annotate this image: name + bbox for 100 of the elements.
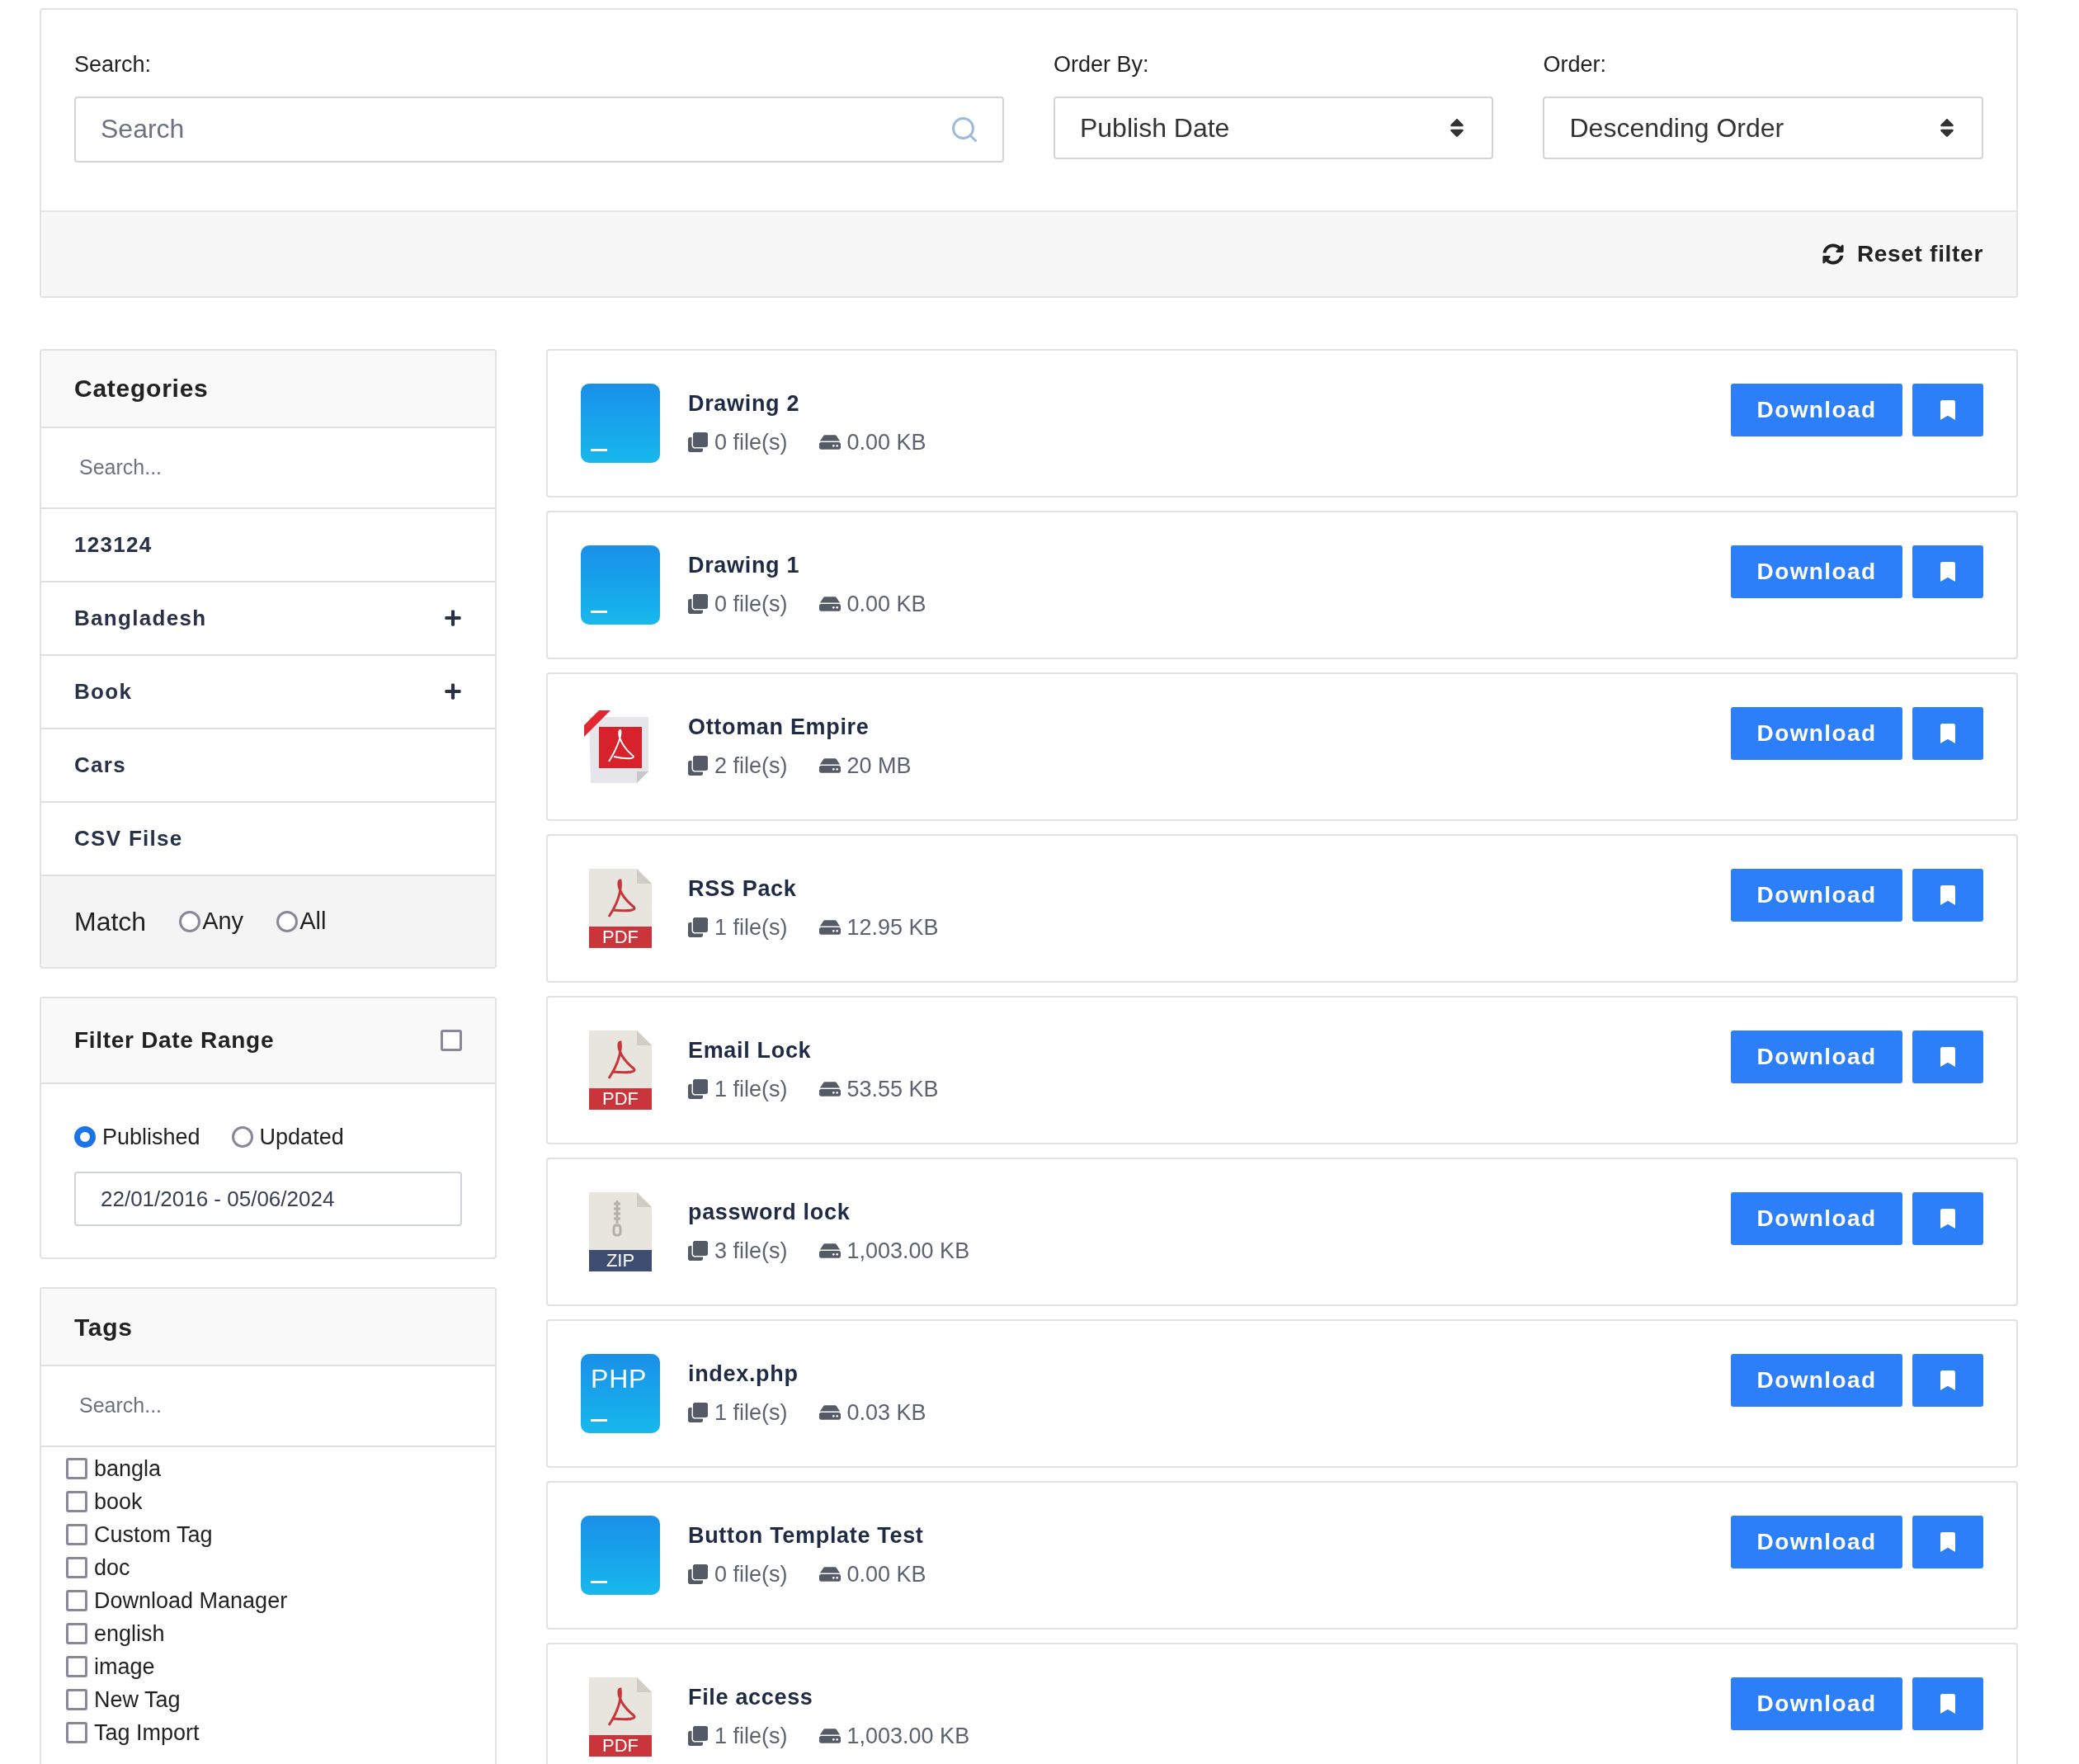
bookmark-button[interactable]: [1912, 383, 1983, 436]
files-icon: [688, 432, 708, 452]
file-size: 0.00 KB: [846, 590, 926, 618]
download-button[interactable]: Download: [1731, 1030, 1902, 1083]
panel-title: Tags: [74, 1312, 133, 1342]
download-button[interactable]: Download: [1731, 383, 1902, 436]
file-count: 0 file(s): [714, 428, 788, 456]
file-type-label: PDF: [601, 926, 639, 948]
order-label: Order:: [1543, 51, 1607, 78]
order-select[interactable]: Descending Order: [1543, 96, 1983, 159]
zip-file-icon: [587, 1191, 653, 1271]
category-item[interactable]: Cars: [41, 729, 495, 803]
file-title[interactable]: Drawing 1: [688, 549, 1731, 582]
file-count: 1 file(s): [714, 1075, 788, 1103]
tag-label: Custom Tag: [94, 1521, 213, 1549]
tag-label: book: [94, 1488, 143, 1516]
checkbox[interactable]: [441, 1029, 462, 1051]
download-button[interactable]: Download: [1731, 545, 1902, 598]
file-title[interactable]: Email Lock: [688, 1034, 1731, 1068]
files-icon: [688, 1078, 708, 1099]
bookmark-icon: [1940, 561, 1955, 582]
checkbox[interactable]: [66, 1689, 87, 1710]
order-by-label: Order By:: [1053, 51, 1150, 78]
checkbox[interactable]: [66, 1458, 87, 1479]
checkbox[interactable]: [66, 1491, 87, 1512]
files-icon: [688, 1725, 708, 1746]
search-field[interactable]: Search: [74, 96, 1004, 163]
refresh-icon: [1822, 243, 1844, 265]
download-button[interactable]: Download: [1731, 1353, 1902, 1407]
tag-label: english: [94, 1620, 165, 1648]
bookmark-button[interactable]: [1912, 1515, 1983, 1568]
checkbox[interactable]: [66, 1524, 87, 1545]
tag-label: image: [94, 1653, 155, 1681]
bookmark-button[interactable]: [1912, 1030, 1983, 1083]
file-title[interactable]: Ottoman Empire: [688, 710, 1731, 744]
file-count: 0 file(s): [714, 1560, 788, 1588]
bookmark-button[interactable]: [1912, 868, 1983, 922]
pdf-file-icon: [587, 1677, 653, 1757]
bookmark-button[interactable]: [1912, 545, 1983, 598]
radio-button[interactable]: [179, 910, 201, 932]
file-size: 1,003.00 KB: [846, 1237, 970, 1265]
file-type-label: PDF: [601, 1087, 639, 1110]
file-type-label: ZIP: [605, 1249, 636, 1271]
pdf-file-icon: [587, 1030, 653, 1110]
download-button[interactable]: Download: [1731, 1191, 1902, 1245]
tag-search-field[interactable]: Search...: [79, 1390, 457, 1422]
file-title[interactable]: Drawing 2: [688, 387, 1731, 421]
bookmark-icon: [1940, 399, 1955, 420]
panel-title: Filter Date Range: [74, 1026, 275, 1054]
file-tile-icon: [581, 1515, 660, 1595]
checkbox[interactable]: [66, 1656, 87, 1677]
tag-label: doc: [94, 1554, 130, 1582]
file-title[interactable]: index.php: [688, 1357, 1731, 1391]
bookmark-icon: [1940, 1693, 1955, 1714]
checkbox[interactable]: [66, 1722, 87, 1743]
checkbox[interactable]: [66, 1557, 87, 1578]
download-button[interactable]: Download: [1731, 1677, 1902, 1730]
reset-filter-button[interactable]: Reset filter: [1822, 236, 1983, 271]
radio-label: Updated: [259, 1123, 344, 1151]
date-range-field[interactable]: 22/01/2016 - 05/06/2024: [74, 1172, 462, 1226]
category-item[interactable]: Book: [41, 655, 495, 729]
panel-title: Categories: [74, 374, 209, 403]
radio-button[interactable]: [74, 1125, 96, 1148]
file-count: 2 file(s): [714, 752, 788, 780]
download-button[interactable]: Download: [1731, 1515, 1902, 1568]
bookmark-button[interactable]: [1912, 706, 1983, 760]
download-button[interactable]: Download: [1731, 868, 1902, 922]
bookmark-button[interactable]: [1912, 1677, 1983, 1730]
files-icon: [688, 1564, 708, 1584]
pdf-file-icon: [587, 868, 653, 948]
file-title[interactable]: File access: [688, 1681, 1731, 1714]
bookmark-icon: [1940, 723, 1955, 743]
bookmark-button[interactable]: [1912, 1353, 1983, 1407]
file-count: 1 file(s): [714, 1398, 788, 1427]
category-item[interactable]: 123124: [41, 508, 495, 582]
file-size: 0.00 KB: [846, 428, 926, 456]
file-title[interactable]: Button Template Test: [688, 1519, 1731, 1553]
radio-label: Published: [102, 1123, 200, 1151]
radio-button[interactable]: [276, 910, 299, 932]
files-icon: [688, 755, 708, 776]
checkbox[interactable]: [66, 1590, 87, 1611]
file-title[interactable]: RSS Pack: [688, 872, 1731, 906]
file-tile-icon: [581, 545, 660, 625]
file-type-label: PHP: [591, 1365, 648, 1392]
download-button[interactable]: Download: [1731, 706, 1902, 760]
radio-button[interactable]: [231, 1125, 253, 1148]
file-size: 1,003.00 KB: [846, 1722, 970, 1750]
tag-label: bangla: [94, 1455, 162, 1483]
files-icon: [688, 593, 708, 614]
checkbox[interactable]: [66, 1623, 87, 1644]
file-title[interactable]: password lock: [688, 1196, 1731, 1229]
file-count: 3 file(s): [714, 1237, 788, 1265]
tag-label: New Tag: [94, 1686, 181, 1714]
tag-label: Tag Import: [94, 1719, 200, 1747]
category-search-field[interactable]: Search...: [79, 451, 457, 483]
order-by-select[interactable]: Publish Date: [1053, 96, 1494, 159]
bookmark-button[interactable]: [1912, 1191, 1983, 1245]
files-icon: [688, 917, 708, 937]
file-size: 53.55 KB: [846, 1075, 939, 1103]
category-item[interactable]: Bangladesh: [41, 582, 495, 656]
